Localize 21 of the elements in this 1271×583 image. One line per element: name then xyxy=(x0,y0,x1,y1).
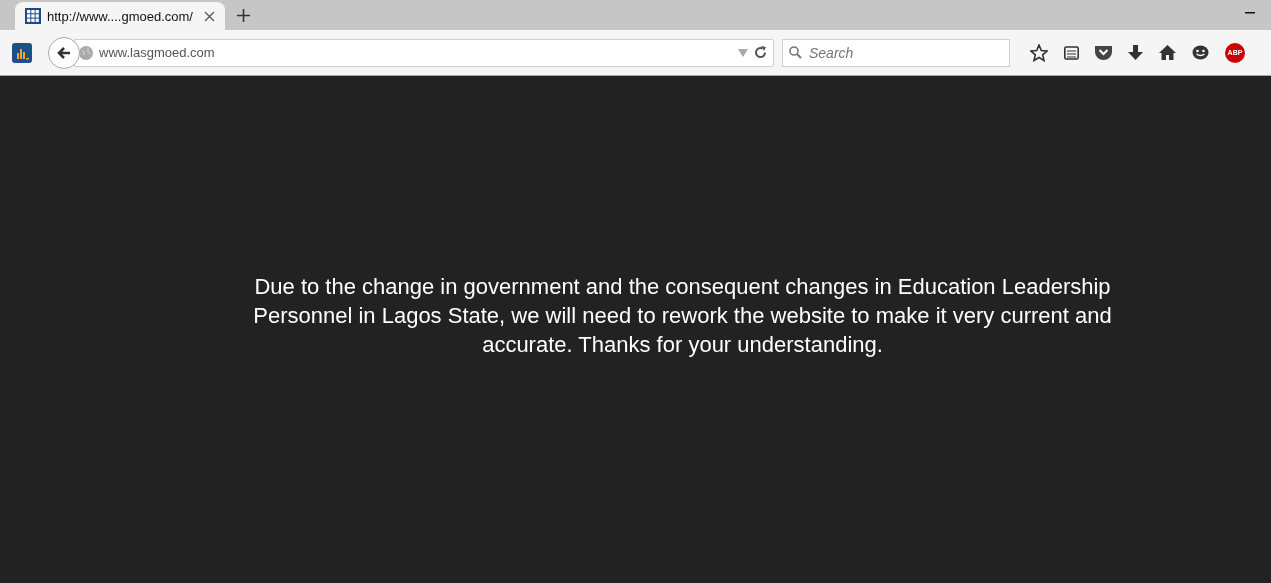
tab-title: http://www....gmoed.com/ xyxy=(47,8,194,24)
plus-icon[interactable] xyxy=(237,9,250,22)
notice-message: Due to the change in government and the consequent changes in Education Leadership Personnel in Lagos State, we will need to rework the website to make it very current and accurate. Thanks for your understanding. xyxy=(252,273,1113,359)
home-icon[interactable] xyxy=(1159,45,1176,60)
list-icon[interactable] xyxy=(1064,45,1079,60)
smiley-icon[interactable] xyxy=(1192,44,1209,61)
arrow-left-icon xyxy=(56,44,72,61)
chart-icon[interactable] xyxy=(12,42,32,63)
globe-icon xyxy=(79,45,93,60)
pocket-icon[interactable] xyxy=(1095,45,1112,60)
close-icon[interactable] xyxy=(204,10,215,22)
url-text: www.lasgmoed.com xyxy=(99,45,216,60)
browser-tab[interactable]: http://www....gmoed.com/ xyxy=(15,2,225,30)
back-button[interactable] xyxy=(48,36,80,69)
reload-icon[interactable] xyxy=(754,46,767,59)
search-field[interactable]: Search xyxy=(782,38,1010,67)
download-icon[interactable] xyxy=(1128,44,1143,61)
minimize-icon[interactable] xyxy=(1245,12,1255,14)
address-bar[interactable]: www.lasgmoed.com xyxy=(74,38,774,67)
star-icon[interactable] xyxy=(1030,43,1048,62)
grid-icon xyxy=(25,8,41,24)
